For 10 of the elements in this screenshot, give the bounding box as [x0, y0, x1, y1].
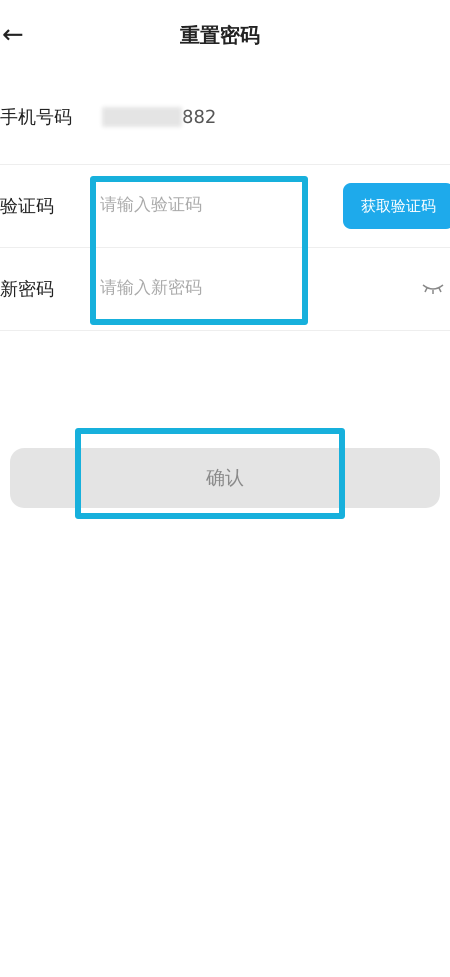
code-input[interactable]: 请输入验证码	[100, 193, 320, 219]
field-label: 手机号码	[0, 106, 73, 130]
phone-number: 882	[182, 106, 216, 130]
back-button[interactable]: ←	[0, 22, 28, 48]
closed-eye-icon[interactable]	[422, 283, 444, 295]
field-label: 验证码	[0, 194, 55, 218]
field-label: 新密码	[0, 278, 55, 302]
password-input[interactable]: 请输入新密码	[100, 276, 320, 302]
get-code-button[interactable]: 获取验证码	[343, 183, 450, 229]
page-title: 重置密码	[180, 22, 260, 49]
